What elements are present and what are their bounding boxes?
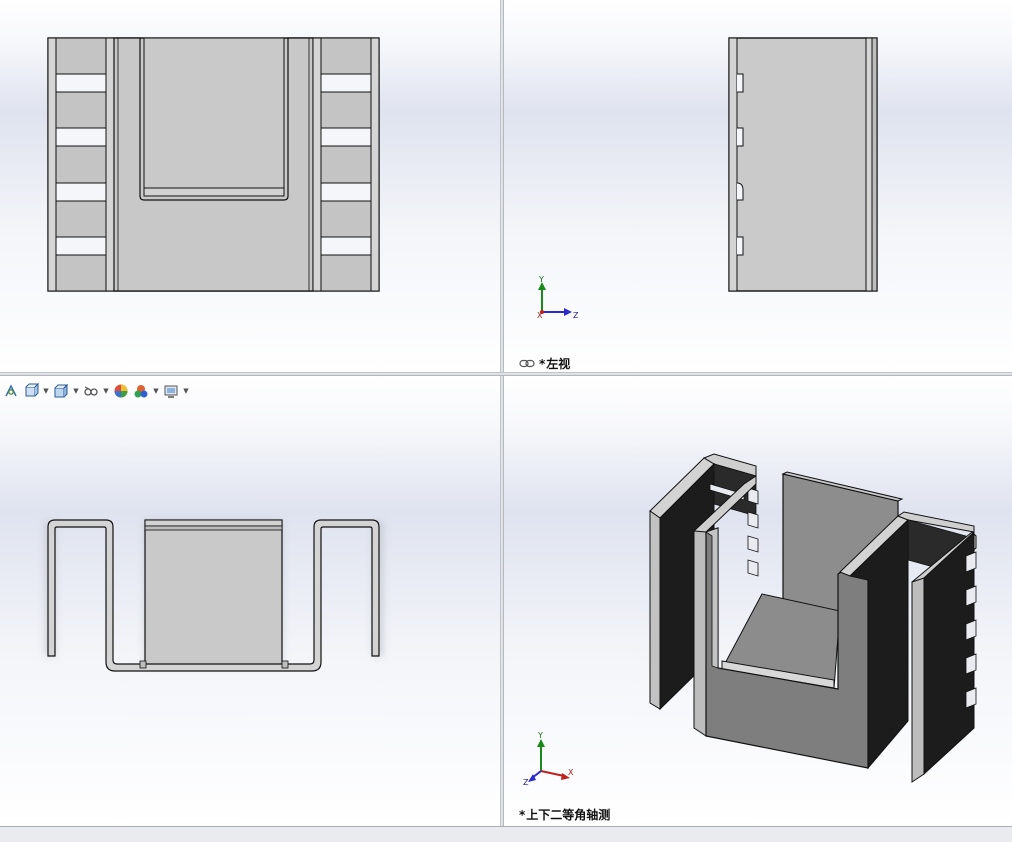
view-settings-icon[interactable] [162,382,180,400]
view-name: 上下二等角轴测 [526,808,611,822]
isometric-view-model: Y X Z [523,453,977,787]
top-view-model [45,519,383,672]
view-name: 左视 [546,357,571,371]
link-views-icon[interactable] [519,359,535,368]
modified-marker: * [539,357,546,371]
viewport-front[interactable] [0,0,500,372]
viewport-isometric[interactable]: Y X Z *上下二等角轴测 [504,376,1012,826]
display-style-icon[interactable] [52,382,70,400]
viewport-top[interactable] [0,376,500,826]
chevron-down-icon[interactable]: ▼ [152,382,160,400]
left-view-model: Y Z X [537,37,878,320]
triad-x-label: X [537,311,543,320]
section-view-icon[interactable] [22,382,40,400]
chevron-down-icon[interactable]: ▼ [182,382,190,400]
chevron-down-icon[interactable]: ▼ [42,382,50,400]
front-view-model [47,37,380,292]
view-orientation-icon[interactable] [2,382,20,400]
viewport-left[interactable]: Y Z X *左视 [504,0,1012,372]
triad-z-label: Z [573,311,579,320]
solidworks-four-view-window: Y Z X *左视 ▼ ▼ ▼ ▼ ▼ Y X Z *上下二等角轴测 [0,0,1012,842]
edit-appearance-icon[interactable] [112,382,130,400]
vertical-splitter[interactable] [500,0,504,826]
axis-triad [528,739,570,782]
viewport-label-isometric: *上下二等角轴测 [519,806,610,823]
apply-scene-icon[interactable] [132,382,150,400]
triad-x-label: X [568,768,574,777]
chevron-down-icon[interactable]: ▼ [102,382,110,400]
viewport-label-left: *左视 [539,355,570,372]
triad-y-label: Y [538,275,544,284]
heads-up-view-toolbar: ▼ ▼ ▼ ▼ ▼ [2,381,190,401]
axis-triad [538,282,572,316]
bottom-status-strip [0,826,1012,842]
horizontal-splitter[interactable] [0,372,1012,376]
modified-marker: * [519,808,526,822]
triad-z-label: Z [523,778,529,787]
hide-show-icon[interactable] [82,382,100,400]
chevron-down-icon[interactable]: ▼ [72,382,80,400]
triad-y-label: Y [537,731,543,740]
